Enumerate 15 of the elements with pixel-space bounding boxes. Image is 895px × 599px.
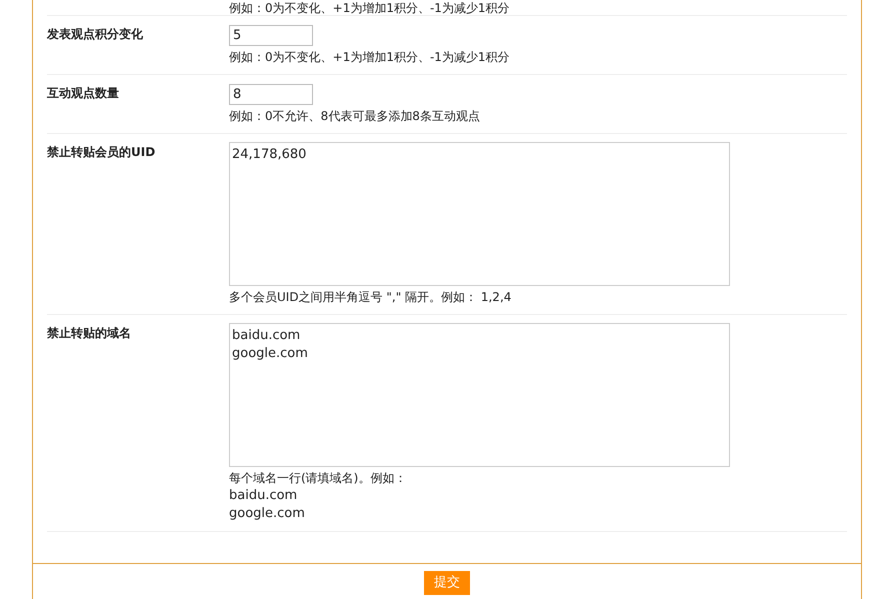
field-label: 互动观点数量 — [47, 86, 119, 100]
hint-text: 多个会员UID之间用半角逗号 "," 隔开。例如： 1,2,4 — [229, 289, 512, 306]
text-area[interactable]: 24,178,680 — [229, 142, 730, 286]
field-label: 发表观点积分变化 — [47, 27, 143, 41]
input-field[interactable]: 8 — [229, 84, 313, 105]
hint-text: 例如：0为不变化、+1为增加1积分、-1为减少1积分 — [229, 49, 510, 66]
hint-text: baidu.com — [229, 487, 298, 505]
input-field[interactable]: 5 — [229, 25, 313, 46]
field-label: 禁止转贴的域名 — [47, 326, 131, 340]
text-area[interactable]: baidu.com google.com — [229, 323, 730, 467]
hint-text: 每个域名一行(请填域名)。例如： — [229, 470, 408, 487]
hint-text: 例如：0为不变化、+1为增加1积分、-1为减少1积分 — [229, 1, 510, 15]
hint-text: 例如：0不允许、8代表可最多添加8条互动观点 — [229, 108, 480, 125]
field-label: 禁止转贴会员的UID — [47, 145, 156, 159]
hint-text: google.com — [229, 505, 306, 523]
